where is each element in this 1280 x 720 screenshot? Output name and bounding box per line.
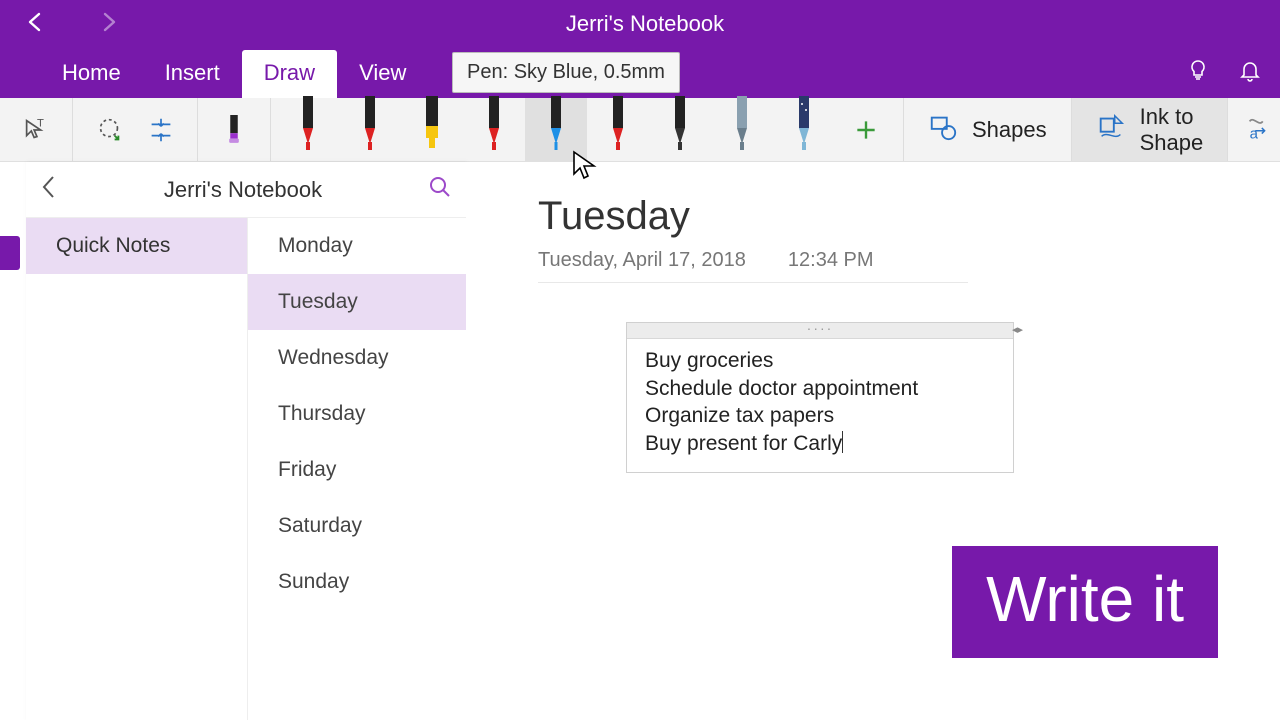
lasso-select-icon[interactable]	[83, 98, 135, 161]
insert-space-icon[interactable]	[135, 98, 187, 161]
highlighter-pen[interactable]	[208, 98, 260, 161]
window-title: Jerri's Notebook	[120, 11, 1170, 37]
title-bar: Jerri's Notebook	[0, 0, 1280, 48]
note-line[interactable]: Buy groceries	[645, 347, 995, 375]
svg-text:a: a	[1250, 125, 1259, 142]
note-time: 12:34 PM	[788, 249, 874, 272]
navigation-panel: Jerri's Notebook Quick Notes Monday Tues…	[26, 162, 466, 720]
page-item[interactable]: Wednesday	[248, 330, 466, 386]
ink-to-shape-label: Ink to Shape	[1140, 104, 1204, 156]
pen-black[interactable]	[649, 98, 711, 162]
forward-arrow-icon[interactable]	[96, 10, 120, 39]
note-container[interactable]: ◂▸ Buy groceries Schedule doctor appoint…	[626, 322, 1014, 473]
note-line[interactable]: Organize tax papers	[645, 402, 995, 430]
text-select-tool-icon[interactable]: T	[10, 98, 62, 161]
pen-red-2[interactable]	[339, 98, 401, 162]
pen-galaxy[interactable]	[773, 98, 835, 162]
pen-red-3[interactable]	[463, 98, 525, 162]
pen-tooltip: Pen: Sky Blue, 0.5mm	[452, 52, 680, 93]
shapes-label: Shapes	[972, 117, 1047, 143]
notebook-color-strip[interactable]	[0, 162, 26, 720]
page-item[interactable]: Sunday	[248, 554, 466, 610]
note-canvas[interactable]: Tuesday Tuesday, April 17, 2018 12:34 PM…	[466, 162, 1280, 720]
pen-yellow[interactable]	[401, 98, 463, 162]
panel-back-icon[interactable]	[40, 174, 58, 205]
sections-list: Quick Notes	[26, 218, 248, 720]
page-item[interactable]: Thursday	[248, 386, 466, 442]
ink-to-text-icon: a	[1244, 112, 1274, 148]
search-icon[interactable]	[428, 175, 452, 204]
notebook-name[interactable]: Jerri's Notebook	[58, 177, 428, 203]
pen-red-1[interactable]	[277, 98, 339, 162]
svg-text:T: T	[37, 117, 44, 129]
note-date: Tuesday, April 17, 2018	[538, 249, 746, 272]
shapes-button[interactable]: Shapes	[903, 98, 1071, 161]
note-line[interactable]: Schedule doctor appointment	[645, 375, 995, 403]
tab-home[interactable]: Home	[40, 50, 143, 98]
overlay-banner: Write it	[952, 546, 1218, 658]
pages-list: Monday Tuesday Wednesday Thursday Friday…	[248, 218, 466, 720]
page-item[interactable]: Saturday	[248, 498, 466, 554]
tab-insert[interactable]: Insert	[143, 50, 242, 98]
container-grip[interactable]: ◂▸	[627, 323, 1013, 339]
bell-icon[interactable]	[1238, 58, 1262, 87]
ink-to-shape-icon	[1096, 112, 1126, 148]
tab-view[interactable]: View	[337, 50, 428, 98]
note-text[interactable]: Buy groceries Schedule doctor appointmen…	[627, 339, 1013, 472]
resize-handle-icon[interactable]: ◂▸	[1012, 323, 1023, 336]
tab-draw[interactable]: Draw	[242, 50, 337, 98]
shapes-icon	[928, 112, 958, 148]
section-item[interactable]: Quick Notes	[26, 218, 247, 274]
ink-to-shape-button[interactable]: Ink to Shape	[1071, 98, 1228, 161]
mouse-cursor-icon	[572, 150, 598, 187]
add-pen-button[interactable]	[835, 98, 897, 162]
page-item[interactable]: Tuesday	[248, 274, 466, 330]
lightbulb-icon[interactable]	[1186, 58, 1210, 87]
page-item[interactable]: Monday	[248, 218, 466, 274]
pen-gray[interactable]	[711, 98, 773, 162]
text-caret	[842, 431, 843, 453]
ink-to-text-button[interactable]: a	[1227, 98, 1280, 161]
draw-toolbar: T	[0, 98, 1280, 162]
note-title[interactable]: Tuesday	[538, 194, 1280, 239]
ribbon-tabs: Home Insert Draw View Pen: Sky Blue, 0.5…	[0, 48, 1280, 98]
note-line[interactable]: Buy present for Carly	[645, 430, 995, 458]
page-item[interactable]: Friday	[248, 442, 466, 498]
back-arrow-icon[interactable]	[24, 10, 48, 39]
